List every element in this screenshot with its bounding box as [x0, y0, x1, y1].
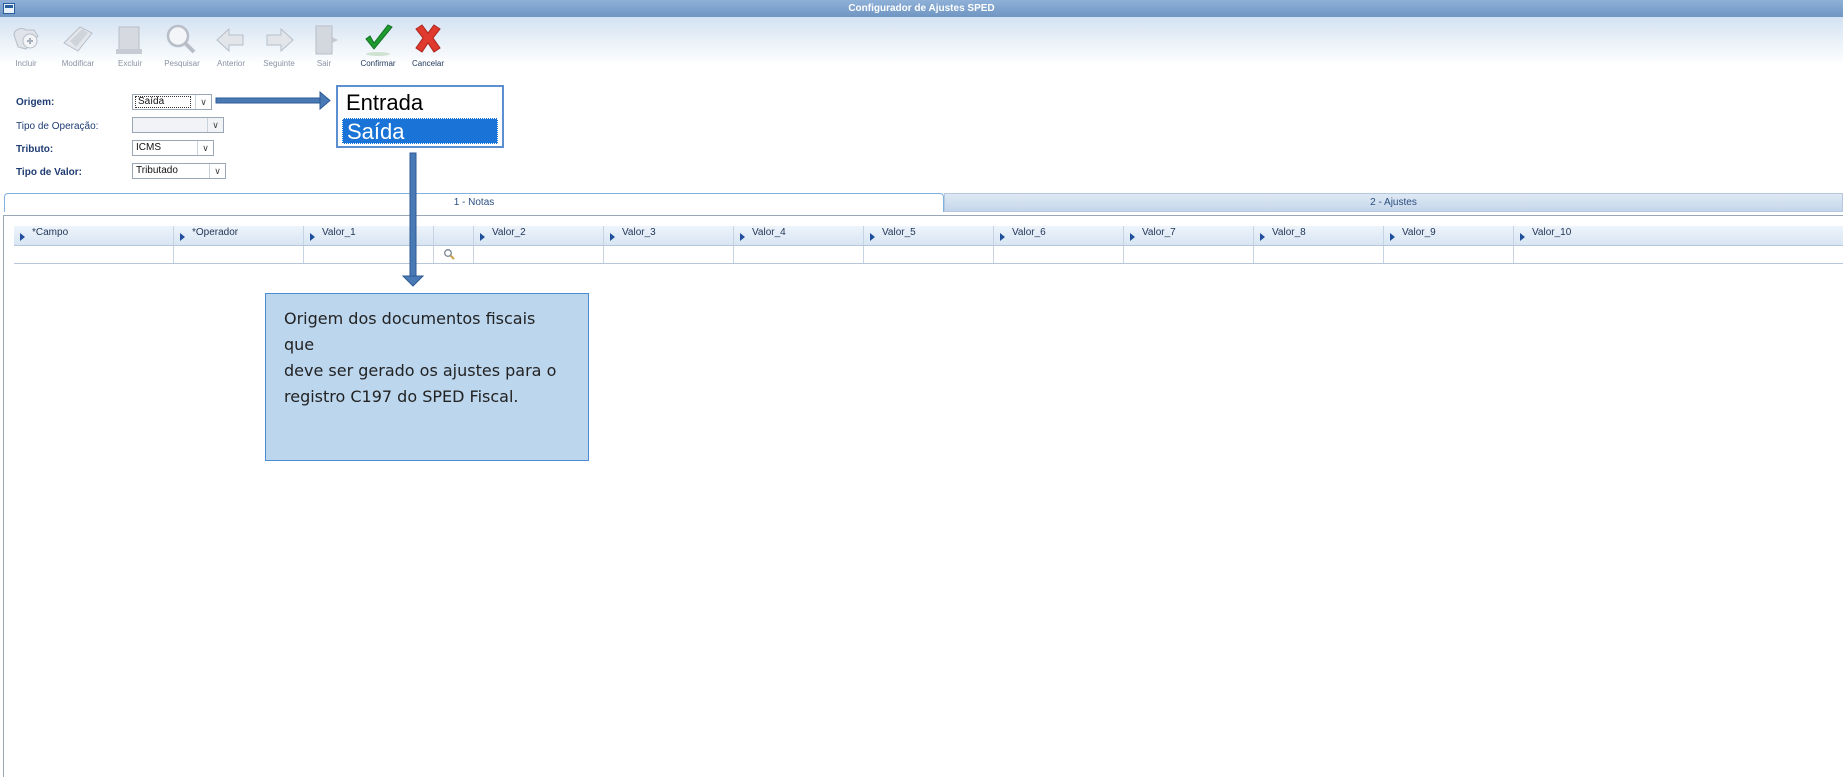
callout-line: deve ser gerado os ajustes para o — [284, 361, 557, 380]
arrow-to-callout — [401, 152, 425, 287]
arrow-to-dropdown — [215, 90, 331, 111]
annotation-callout: Origem dos documentos fiscais que deve s… — [265, 293, 589, 461]
callout-line: Origem dos documentos fiscais que — [284, 309, 536, 354]
callout-line: registro C197 do SPED Fiscal. — [284, 387, 519, 406]
